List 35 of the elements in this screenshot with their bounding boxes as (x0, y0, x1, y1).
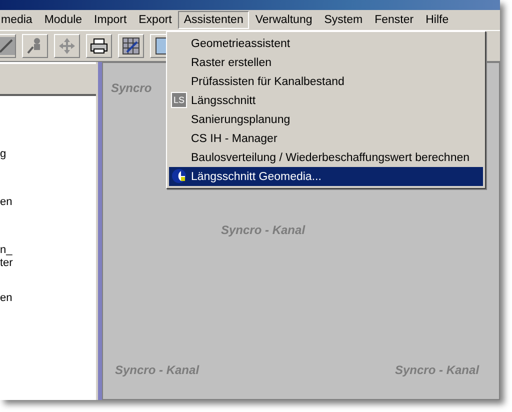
menu-item[interactable]: System (318, 11, 369, 29)
menu-item[interactable]: Fenster (368, 11, 420, 29)
menu-item[interactable]: LS Längsschnitt (169, 91, 483, 110)
tree-item-text[interactable]: n_ (0, 244, 96, 257)
toolbar-button[interactable] (86, 34, 112, 58)
menu-item[interactable]: Module (38, 11, 88, 29)
tree-item-text[interactable]: ter (0, 257, 96, 270)
tree-item-text[interactable]: en (0, 292, 96, 305)
globe-icon (171, 168, 187, 184)
tool-icon (0, 37, 15, 55)
tree-item-text[interactable]: g (0, 148, 96, 161)
menu-item[interactable]: Import (88, 11, 133, 29)
menu-item[interactable]: Verwaltung (249, 11, 318, 29)
menu-item[interactable]: Sanierungsplanung (169, 110, 483, 129)
menu-item[interactable]: Export (132, 11, 178, 29)
background-logo-text: Syncro - Kanal (395, 363, 480, 377)
menu-item[interactable]: Geometrieassistent (169, 34, 483, 53)
ls-icon: LS (171, 92, 187, 108)
menu-item[interactable]: CS IH - Manager (169, 129, 483, 148)
menu-item[interactable]: Längsschnitt Geomedia... (169, 167, 483, 186)
printer-icon (90, 37, 108, 55)
move-icon (58, 37, 76, 55)
toolbar-button[interactable] (118, 34, 144, 58)
background-logo-text: Syncro (111, 81, 152, 95)
menu-item[interactable]: Raster erstellen (169, 53, 483, 72)
tree-item-text[interactable]: en (0, 196, 96, 209)
background-logo-text: Syncro - Kanal (221, 223, 306, 237)
menu-item[interactable]: Assistenten (178, 11, 250, 29)
toolbar-button[interactable] (0, 34, 16, 58)
menu-item[interactable]: Baulosverteilung / Wiederbeschaffungswert berechnen (169, 148, 483, 167)
menu-item[interactable]: media (0, 11, 38, 29)
grid-icon (122, 37, 140, 55)
background-logo-text: Syncro - Kanal (115, 363, 200, 377)
menu-item[interactable]: Hilfe (420, 11, 455, 29)
menu-item[interactable]: Prüfassisten für Kanalbestand (169, 72, 483, 91)
